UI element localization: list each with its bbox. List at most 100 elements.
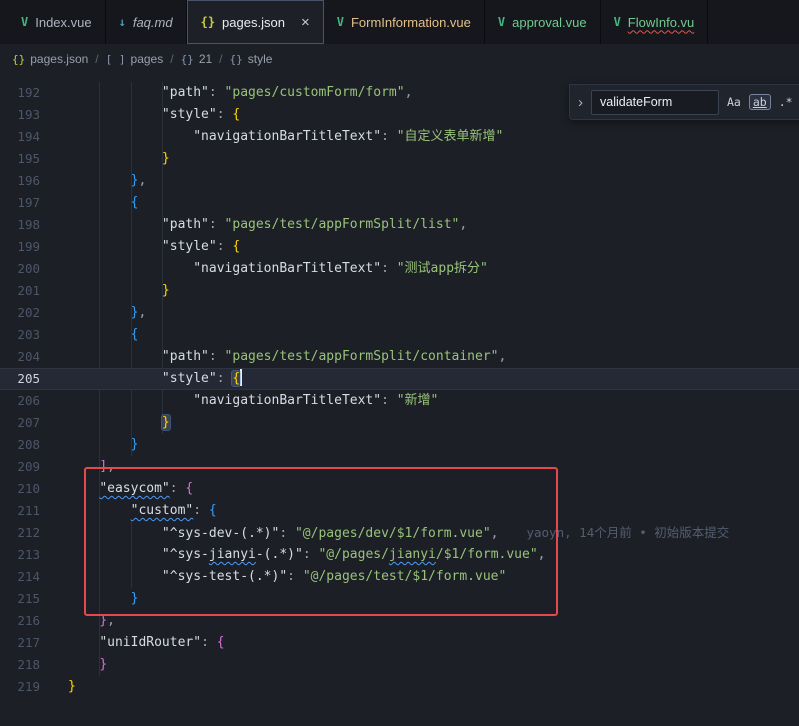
code-line[interactable]: 208 } — [0, 434, 799, 456]
tab-faq-md[interactable]: ↓ faq.md — [106, 0, 187, 44]
line-number: 212 — [0, 522, 68, 544]
code-line[interactable]: 215 } — [0, 588, 799, 610]
code-line[interactable]: 195 } — [0, 148, 799, 170]
code-line-content[interactable]: "path": "pages/test/appFormSplit/list", — [68, 214, 799, 236]
whole-word-icon[interactable]: ab — [749, 94, 771, 110]
line-number: 213 — [0, 544, 68, 566]
code-line[interactable]: 210 "easycom": { — [0, 478, 799, 500]
line-number: 215 — [0, 588, 68, 610]
code-line[interactable]: 209 ], — [0, 456, 799, 478]
code-line[interactable]: 213 "^sys-jianyi-(.*)": "@/pages/jianyi/… — [0, 544, 799, 566]
line-number: 210 — [0, 478, 68, 500]
breadcrumb-separator: / — [170, 52, 173, 66]
code-line-content[interactable]: ], — [68, 456, 799, 478]
code-line[interactable]: 205 "style": { — [0, 368, 799, 390]
breadcrumb-label: pages.json — [30, 52, 88, 66]
code-line-content[interactable]: "^sys-dev-(.*)": "@/pages/dev/$1/form.vu… — [68, 522, 799, 544]
line-number: 196 — [0, 170, 68, 192]
line-number: 201 — [0, 280, 68, 302]
code-line-content[interactable]: } — [68, 280, 799, 302]
tab-flowinfo-vue[interactable]: V FlowInfo.vu — [601, 0, 709, 44]
code-line[interactable]: 200 "navigationBarTitleText": "测试app拆分" — [0, 258, 799, 280]
code-line[interactable]: 211 "custom": { — [0, 500, 799, 522]
code-line-content[interactable]: } — [68, 588, 799, 610]
code-line[interactable]: 217 "uniIdRouter": { — [0, 632, 799, 654]
breadcrumb-item-file[interactable]: {} pages.json — [12, 52, 88, 66]
breadcrumb-item-pages[interactable]: [ ] pages — [106, 52, 164, 66]
code-line[interactable]: 203 { — [0, 324, 799, 346]
breadcrumb-item-style[interactable]: {} style — [230, 52, 273, 66]
code-line[interactable]: 206 "navigationBarTitleText": "新增" — [0, 390, 799, 412]
code-line-content[interactable]: } — [68, 676, 799, 698]
code-line-content[interactable]: "custom": { — [68, 500, 799, 522]
line-number: 209 — [0, 456, 68, 478]
tab-index-vue[interactable]: V Index.vue — [8, 0, 106, 44]
vue-file-icon: V — [614, 15, 621, 29]
code-editor[interactable]: 192 "path": "pages/customForm/form",193 … — [0, 74, 799, 726]
code-line-content[interactable]: "style": { — [68, 236, 799, 258]
find-widget: › Aa ab .* — [569, 84, 799, 120]
tab-label: approval.vue — [512, 15, 586, 30]
vue-file-icon: V — [21, 15, 28, 29]
regex-icon[interactable]: .* — [779, 95, 793, 109]
breadcrumb-separator: / — [219, 52, 222, 66]
breadcrumb-label: 21 — [199, 52, 212, 66]
line-number: 219 — [0, 676, 68, 698]
code-line[interactable]: 198 "path": "pages/test/appFormSplit/lis… — [0, 214, 799, 236]
editor-tab-bar: V Index.vue ↓ faq.md {} pages.json × V F… — [0, 0, 799, 44]
code-line[interactable]: 219} — [0, 676, 799, 698]
code-line[interactable]: 207 } — [0, 412, 799, 434]
code-line-content[interactable]: "easycom": { — [68, 478, 799, 500]
code-line-content[interactable]: } — [68, 148, 799, 170]
tab-pages-json[interactable]: {} pages.json × — [187, 0, 324, 44]
code-line-content[interactable]: }, — [68, 302, 799, 324]
code-line-content[interactable]: "navigationBarTitleText": "自定义表单新增" — [68, 126, 799, 148]
code-line-content[interactable]: "^sys-jianyi-(.*)": "@/pages/jianyi/$1/f… — [68, 544, 799, 566]
tab-approval-vue[interactable]: V approval.vue — [485, 0, 601, 44]
tab-label: faq.md — [133, 15, 173, 30]
close-icon[interactable]: × — [301, 15, 310, 30]
code-line-content[interactable]: "navigationBarTitleText": "新增" — [68, 390, 799, 412]
code-line-content[interactable]: "uniIdRouter": { — [68, 632, 799, 654]
code-line[interactable]: 218 } — [0, 654, 799, 676]
code-line[interactable]: 194 "navigationBarTitleText": "自定义表单新增" — [0, 126, 799, 148]
code-line-content[interactable]: { — [68, 324, 799, 346]
breadcrumb: {} pages.json / [ ] pages / {} 21 / {} s… — [0, 44, 799, 74]
code-line[interactable]: 216 }, — [0, 610, 799, 632]
line-number: 207 — [0, 412, 68, 434]
code-line[interactable]: 204 "path": "pages/test/appFormSplit/con… — [0, 346, 799, 368]
git-blame-annotation: yaoyn, 14个月前 • 初始版本提交 — [526, 525, 729, 540]
code-line[interactable]: 199 "style": { — [0, 236, 799, 258]
line-number: 200 — [0, 258, 68, 280]
code-line-content[interactable]: "path": "pages/test/appFormSplit/contain… — [68, 346, 799, 368]
code-line[interactable]: 202 }, — [0, 302, 799, 324]
tab-label: pages.json — [222, 15, 285, 30]
find-input[interactable] — [591, 90, 719, 115]
code-line[interactable]: 214 "^sys-test-(.*)": "@/pages/test/$1/f… — [0, 566, 799, 588]
line-number: 194 — [0, 126, 68, 148]
tab-forminformation-vue[interactable]: V FormInformation.vue — [324, 0, 485, 44]
vue-file-icon: V — [337, 15, 344, 29]
code-line-content[interactable]: }, — [68, 170, 799, 192]
json-file-icon: {} — [201, 15, 215, 29]
code-line-content[interactable]: } — [68, 434, 799, 456]
code-line-content[interactable]: "navigationBarTitleText": "测试app拆分" — [68, 258, 799, 280]
code-line-content[interactable]: "^sys-test-(.*)": "@/pages/test/$1/form.… — [68, 566, 799, 588]
line-number: 197 — [0, 192, 68, 214]
code-line[interactable]: 197 { — [0, 192, 799, 214]
code-line-content[interactable]: } — [68, 412, 799, 434]
code-line[interactable]: 201 } — [0, 280, 799, 302]
code-line[interactable]: 212 "^sys-dev-(.*)": "@/pages/dev/$1/for… — [0, 522, 799, 544]
breadcrumb-item-21[interactable]: {} 21 — [181, 52, 213, 66]
toggle-replace-chevron-icon[interactable]: › — [578, 94, 583, 111]
line-number: 216 — [0, 610, 68, 632]
line-number: 218 — [0, 654, 68, 676]
code-line-content[interactable]: { — [68, 192, 799, 214]
code-line-content[interactable]: }, — [68, 610, 799, 632]
code-line-content[interactable]: "style": { — [68, 368, 799, 390]
code-line[interactable]: 196 }, — [0, 170, 799, 192]
breadcrumb-label: style — [248, 52, 273, 66]
match-case-icon[interactable]: Aa — [727, 95, 741, 109]
line-number: 193 — [0, 104, 68, 126]
code-line-content[interactable]: } — [68, 654, 799, 676]
